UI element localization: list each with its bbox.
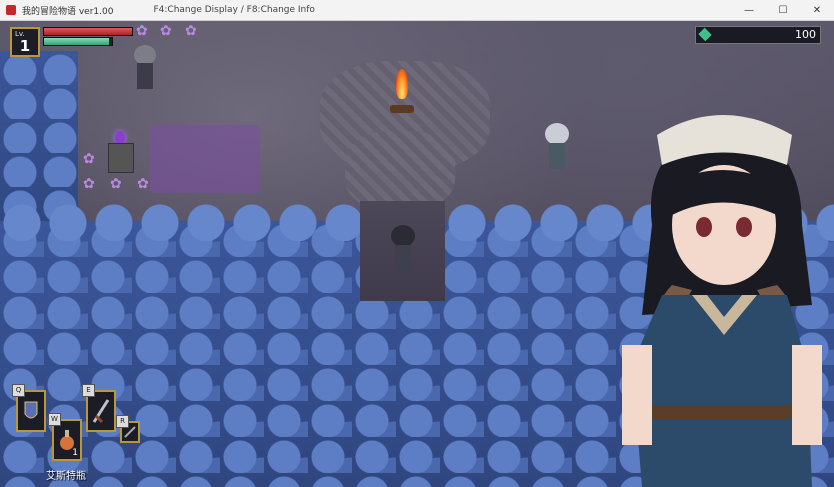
- potion-count: 1: [72, 448, 78, 458]
- npc-body: [137, 63, 153, 89]
- level-value: 1: [19, 37, 31, 55]
- selected-item-name: 艾斯特瓶: [46, 471, 86, 482]
- firewood-icon: [390, 105, 414, 113]
- sword-icon: [92, 399, 110, 424]
- player-body: [395, 245, 411, 273]
- maximize-button[interactable]: ☐: [766, 0, 800, 20]
- npc-body: [549, 143, 565, 169]
- flame-icon: [396, 69, 408, 99]
- player-character: [389, 225, 417, 275]
- forest-edge-left: [0, 201, 360, 241]
- hotkey-r: R: [116, 415, 129, 428]
- npc-head: [134, 45, 156, 65]
- window-titlebar[interactable]: 我的冒险物语 ver1.00 F4:Change Display / F8:Ch…: [0, 0, 834, 21]
- window-controls: — ☐ ✕: [732, 0, 834, 20]
- heroine-portrait: [622, 115, 822, 487]
- money-counter: 100: [695, 26, 821, 44]
- flower-icon: ✿: [136, 23, 148, 39]
- close-button[interactable]: ✕: [800, 0, 834, 20]
- hp-bar-fill: [44, 28, 132, 35]
- window-title: 我的冒险物语 ver1.00: [22, 6, 114, 17]
- npc-hooded-villager[interactable]: [132, 45, 158, 91]
- hp-bar: [43, 27, 133, 36]
- cobblestone-path: [345, 131, 455, 211]
- shield-icon: [24, 401, 38, 419]
- hotkey-e: E: [82, 384, 95, 397]
- campfire[interactable]: [390, 69, 414, 113]
- mp-bar: [43, 37, 113, 46]
- hotkey-q: Q: [12, 384, 25, 397]
- flower-icon: ✿: [137, 176, 149, 192]
- flower-icon: ✿: [83, 151, 95, 167]
- flower-icon: ✿: [110, 176, 122, 192]
- flower-icon: ✿: [160, 23, 172, 39]
- poison-swamp: [150, 125, 260, 193]
- npc-head: [545, 123, 569, 145]
- app-icon: [6, 5, 16, 15]
- flower-icon: ✿: [83, 176, 95, 192]
- hotbar-slot-e[interactable]: E: [82, 384, 116, 432]
- npc-white-haired-girl[interactable]: [543, 123, 571, 171]
- shrine-pedestal: [108, 143, 134, 173]
- hotbar-slot-r[interactable]: R: [116, 415, 140, 443]
- hotbar-slot-w[interactable]: W 1: [48, 413, 82, 461]
- game-viewport[interactable]: ✿ ✿ ✿ ✿ ✿ ✿ ✿ Lv. 1 100 Q W 1 E R 艾斯特瓶: [0, 21, 834, 487]
- money-value: 100: [795, 28, 816, 41]
- minimize-button[interactable]: —: [732, 0, 766, 20]
- window-hint: F4:Change Display / F8:Change Info: [153, 5, 315, 15]
- flower-icon: ✿: [185, 23, 197, 39]
- hotbar-slot-q[interactable]: Q: [12, 384, 46, 432]
- level-badge: Lv. 1: [10, 27, 40, 57]
- save-shrine[interactable]: [108, 131, 134, 173]
- player-head: [391, 225, 415, 247]
- mp-bar-fill: [44, 38, 109, 45]
- hotkey-w: W: [48, 413, 61, 426]
- green-gem-icon: [698, 27, 712, 42]
